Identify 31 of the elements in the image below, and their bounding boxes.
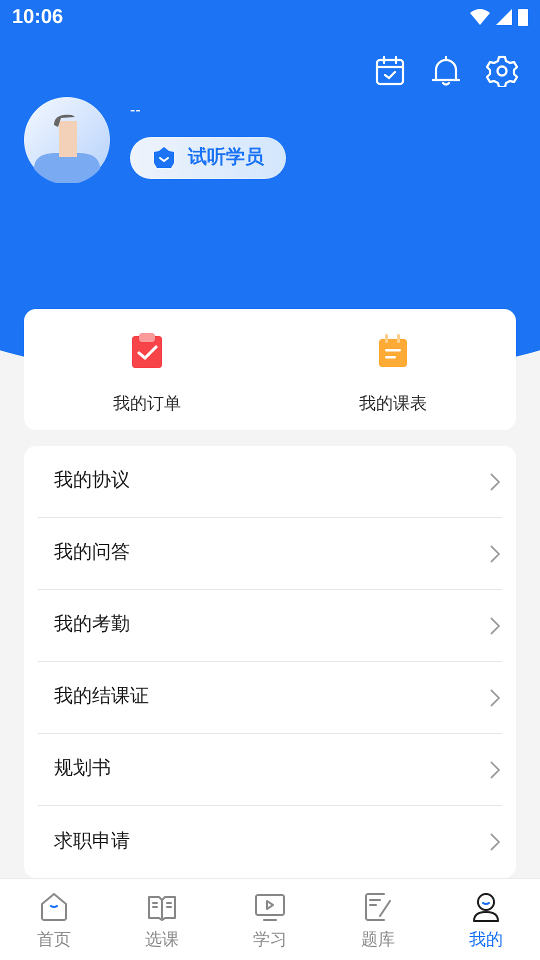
- calendar-icon[interactable]: [374, 55, 406, 87]
- chevron-right-icon: [490, 760, 500, 778]
- member-badge: 试听学员: [130, 137, 286, 179]
- user-icon: [470, 891, 502, 923]
- chevron-right-icon: [490, 833, 500, 851]
- home-icon: [38, 891, 70, 923]
- note-icon: [362, 891, 394, 923]
- signal-icon: [496, 8, 512, 24]
- menu-item[interactable]: 求职申请: [38, 806, 502, 878]
- chevron-right-icon: [490, 544, 500, 562]
- settings-icon[interactable]: [486, 55, 518, 87]
- shortcut-button[interactable]: 我的订单: [24, 309, 270, 430]
- menu-item[interactable]: 规划书: [38, 734, 502, 806]
- wifi-icon: [470, 8, 490, 24]
- clipboard-check-icon: [130, 332, 164, 370]
- video-icon: [254, 891, 286, 923]
- chevron-right-icon: [490, 616, 500, 634]
- shield-icon: [152, 146, 176, 170]
- user-name: --: [130, 101, 141, 121]
- menu-item[interactable]: 我的协议: [38, 446, 502, 518]
- menu-item[interactable]: 我的考勤: [38, 590, 502, 662]
- nav-tab[interactable]: 我的: [432, 879, 540, 960]
- chevron-right-icon: [490, 688, 500, 706]
- battery-icon: [518, 8, 528, 26]
- status-time: 10:06: [12, 4, 64, 30]
- bell-icon[interactable]: [430, 55, 462, 87]
- menu-item[interactable]: 我的结课证: [38, 662, 502, 734]
- menu-item[interactable]: 我的问答: [38, 518, 502, 590]
- notepad-icon: [377, 333, 409, 369]
- chevron-right-icon: [490, 472, 500, 490]
- shortcut-button[interactable]: 我的课表: [270, 309, 516, 430]
